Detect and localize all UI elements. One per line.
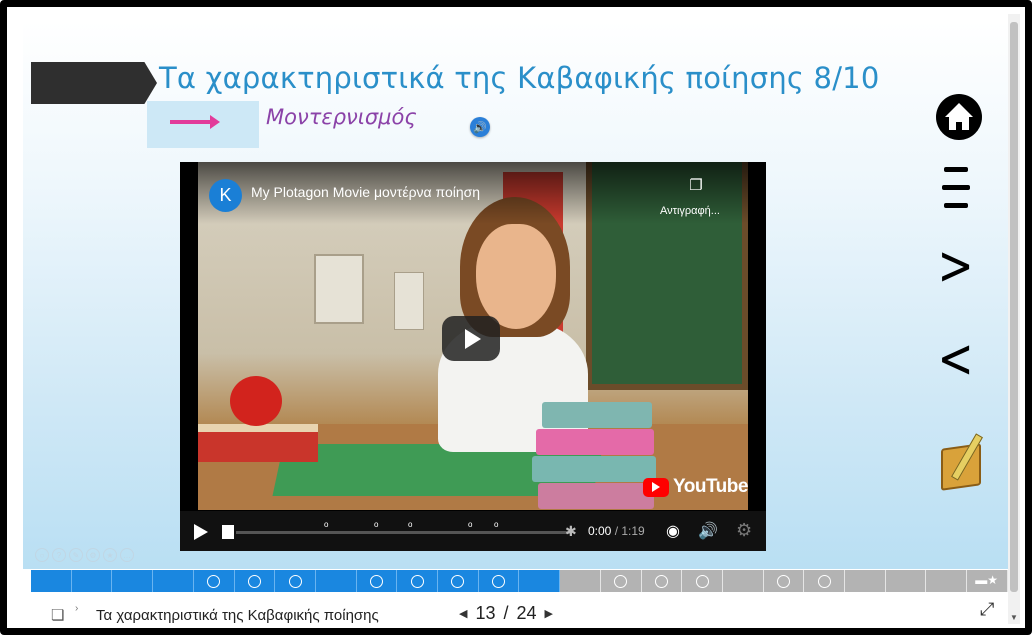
scrollbar[interactable]: ▼ (1008, 14, 1020, 624)
youtube-wordmark: YouTube (673, 476, 748, 497)
pager: ◀ 13 / 24 ▶ (459, 603, 553, 624)
wall-poster (314, 254, 364, 324)
footer-bar: ❏ › Τα χαρακτηριστικά της Καβαφικής ποίη… (23, 593, 1008, 628)
segment-marker-icon (288, 574, 302, 588)
progress-segment[interactable] (845, 570, 886, 592)
pink-arrow-icon (170, 115, 220, 129)
slide-subtitle: Μοντερνισμός (266, 105, 417, 129)
progress-segment[interactable] (193, 570, 235, 592)
progress-segment[interactable] (478, 570, 520, 592)
home-icon[interactable] (936, 94, 982, 140)
speaker-icon[interactable]: 🔊 (470, 117, 490, 137)
menu-icon[interactable] (941, 165, 971, 211)
progress-segment[interactable] (356, 570, 398, 592)
prev-arrow-icon[interactable]: < (938, 332, 974, 386)
progress-segment[interactable] (804, 570, 846, 592)
toc-icon[interactable]: ❏ (51, 606, 64, 624)
next-page-icon[interactable]: ▶ (545, 607, 553, 620)
progress-segment[interactable] (886, 570, 927, 592)
progress-segment[interactable] (926, 570, 968, 592)
total-pages: 24 (516, 603, 537, 623)
subtitle-highlight (147, 101, 259, 148)
title-tab-decoration (31, 62, 157, 104)
segment-marker-icon (695, 574, 709, 588)
page-separator: / (503, 603, 509, 623)
character-face (476, 224, 556, 329)
caret-icon[interactable]: › (75, 603, 78, 614)
play-button[interactable] (442, 316, 500, 361)
current-time: 0:00 (588, 524, 612, 538)
segment-marker-icon (492, 574, 506, 588)
palette-icon[interactable]: ◉ (666, 521, 680, 541)
play-icon[interactable] (194, 524, 208, 540)
progress-segment[interactable] (31, 570, 72, 592)
channel-avatar[interactable]: K (209, 179, 242, 212)
toc-title[interactable]: Τα χαρακτηριστικά της Καβαφικής ποίησης (96, 607, 379, 624)
segment-marker-icon (817, 574, 831, 588)
current-page: 13 (475, 603, 496, 623)
copy-link-icon[interactable]: ❐ (686, 176, 706, 194)
video-controls: o o o o o ✱ 0:00 / 1:19 ◉ 🔊 ⚙ (180, 511, 766, 551)
progress-segment[interactable] (682, 570, 723, 592)
progress-segment[interactable] (642, 570, 683, 592)
presentation-frame: Τα χαρακτηριστικά της Καβαφικής ποίησης … (0, 0, 1032, 635)
segment-marker-icon (247, 574, 261, 588)
segment-marker-icon (614, 574, 628, 588)
bookmark-star-icon[interactable]: ▬★ (975, 573, 998, 587)
gear-icon[interactable]: ⚙ (736, 520, 752, 541)
scrollbar-thumb[interactable] (1010, 22, 1018, 592)
progress-segment[interactable] (723, 570, 764, 592)
youtube-embed[interactable]: K My Plotagon Movie μοντέρνα ποίηση ❐ Αν… (180, 162, 766, 551)
progress-segment[interactable] (764, 570, 805, 592)
progress-segment[interactable] (560, 570, 601, 592)
progress-segment[interactable] (234, 570, 276, 592)
progress-segment[interactable] (153, 570, 194, 592)
fullscreen-icon[interactable]: ⤢ (980, 599, 994, 620)
segment-marker-icon (451, 574, 465, 588)
youtube-logo[interactable]: YouTube (643, 476, 748, 498)
segment-marker-icon (777, 574, 790, 588)
notes-icon[interactable] (941, 432, 991, 491)
progress-segment[interactable] (438, 570, 479, 592)
progress-segment[interactable] (397, 570, 439, 592)
progress-segment[interactable] (71, 570, 113, 592)
scroll-down-icon[interactable]: ▼ (1010, 613, 1018, 622)
red-book (198, 424, 318, 462)
slide-progress-bar[interactable]: ▬★ (31, 570, 1008, 592)
progress-segment[interactable] (112, 570, 154, 592)
progress-segment[interactable] (275, 570, 316, 592)
scrubber-handle[interactable] (222, 525, 234, 539)
faint-toolbar: ○? ✎ ⚙ ★… (35, 548, 134, 562)
duration: / 1:19 (611, 524, 645, 538)
star-icon: ✱ (565, 523, 577, 539)
time-display: 0:00 / 1:19 (588, 524, 645, 538)
video-title[interactable]: My Plotagon Movie μοντέρνα ποίηση (251, 184, 480, 200)
segment-marker-icon (654, 574, 668, 588)
youtube-play-icon (643, 477, 669, 497)
slide-title: Τα χαρακτηριστικά της Καβαφικής ποίησης … (159, 61, 880, 95)
copy-link-label[interactable]: Αντιγραφή... (660, 205, 720, 217)
segment-marker-icon (207, 574, 221, 588)
apple (230, 376, 282, 426)
video-progress[interactable]: o o o o o (236, 520, 572, 534)
prev-page-icon[interactable]: ◀ (459, 607, 467, 620)
wall-poster (394, 272, 424, 330)
segment-marker-icon (410, 574, 424, 588)
progress-segment[interactable] (519, 570, 561, 592)
next-arrow-icon[interactable]: > (938, 239, 974, 293)
progress-segment[interactable] (315, 570, 357, 592)
segment-marker-icon (369, 574, 383, 588)
progress-segment[interactable] (601, 570, 642, 592)
volume-icon[interactable]: 🔊 (698, 521, 718, 541)
